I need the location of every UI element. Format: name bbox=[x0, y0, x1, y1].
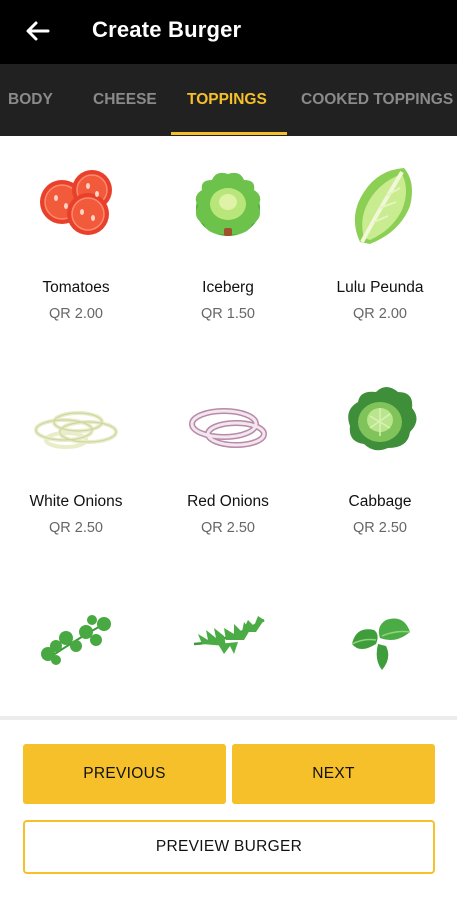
topping-name: Red Onions bbox=[187, 493, 269, 510]
topping-price: QR 2.50 bbox=[49, 520, 103, 536]
topping-price: QR 1.50 bbox=[201, 306, 255, 322]
topping-item-cabbage[interactable]: Cabbage QR 2.50 bbox=[304, 350, 456, 564]
red-onion-rings-icon bbox=[189, 408, 267, 448]
topping-name: Iceberg bbox=[202, 279, 254, 296]
topping-name: Tomatoes bbox=[42, 279, 110, 296]
topping-price: QR 2.00 bbox=[49, 306, 103, 322]
topping-item-lulu-peunda[interactable]: Lulu Peunda QR 2.00 bbox=[304, 136, 456, 350]
divider bbox=[0, 716, 457, 720]
topping-price: QR 2.50 bbox=[201, 520, 255, 536]
active-tab-indicator bbox=[171, 132, 287, 135]
tab-cooked-toppings[interactable]: COOKED TOPPINGS bbox=[301, 64, 453, 136]
arugula-icon bbox=[193, 616, 265, 654]
topping-item-white-onions[interactable]: White Onions QR 2.50 bbox=[0, 350, 152, 564]
topping-item-red-onions[interactable]: Red Onions QR 2.50 bbox=[152, 350, 304, 564]
topping-item-tomatoes[interactable]: Tomatoes QR 2.00 bbox=[0, 136, 152, 350]
next-button[interactable]: NEXT bbox=[232, 744, 435, 804]
topping-name: Lulu Peunda bbox=[336, 279, 424, 296]
iceberg-lettuce-icon bbox=[195, 172, 261, 236]
lettuce-leaf-icon bbox=[354, 168, 412, 244]
tomato-slices-icon bbox=[40, 170, 112, 235]
preview-burger-button[interactable]: PREVIEW BURGER bbox=[23, 820, 435, 874]
topping-name: White Onions bbox=[29, 493, 123, 510]
white-onion-rings-icon bbox=[34, 411, 118, 449]
tab-toppings[interactable]: TOPPINGS bbox=[187, 64, 267, 136]
tab-cheese[interactable]: CHEESE bbox=[93, 64, 157, 136]
create-burger-screen: Create Burger BODY CHEESE TOPPINGS COOKE… bbox=[0, 0, 457, 900]
topping-price: QR 2.50 bbox=[353, 520, 407, 536]
topping-price: QR 2.00 bbox=[353, 306, 407, 322]
arrow-left-icon[interactable] bbox=[22, 16, 52, 46]
category-tabs: BODY CHEESE TOPPINGS COOKED TOPPINGS bbox=[0, 64, 457, 136]
topping-name: Cabbage bbox=[348, 493, 412, 510]
app-bar: Create Burger bbox=[0, 0, 457, 64]
toppings-grid: Tomatoes QR 2.00 Iceberg QR 1.50 Lulu Pe… bbox=[0, 136, 457, 716]
basil-leaves-icon bbox=[351, 618, 411, 670]
tab-body[interactable]: BODY bbox=[8, 64, 53, 136]
previous-button[interactable]: PREVIOUS bbox=[23, 744, 226, 804]
parsley-icon bbox=[41, 615, 111, 665]
cabbage-icon bbox=[348, 387, 417, 451]
grid-fade bbox=[0, 690, 457, 716]
page-title: Create Burger bbox=[92, 17, 242, 42]
topping-item-iceberg[interactable]: Iceberg QR 1.50 bbox=[152, 136, 304, 350]
